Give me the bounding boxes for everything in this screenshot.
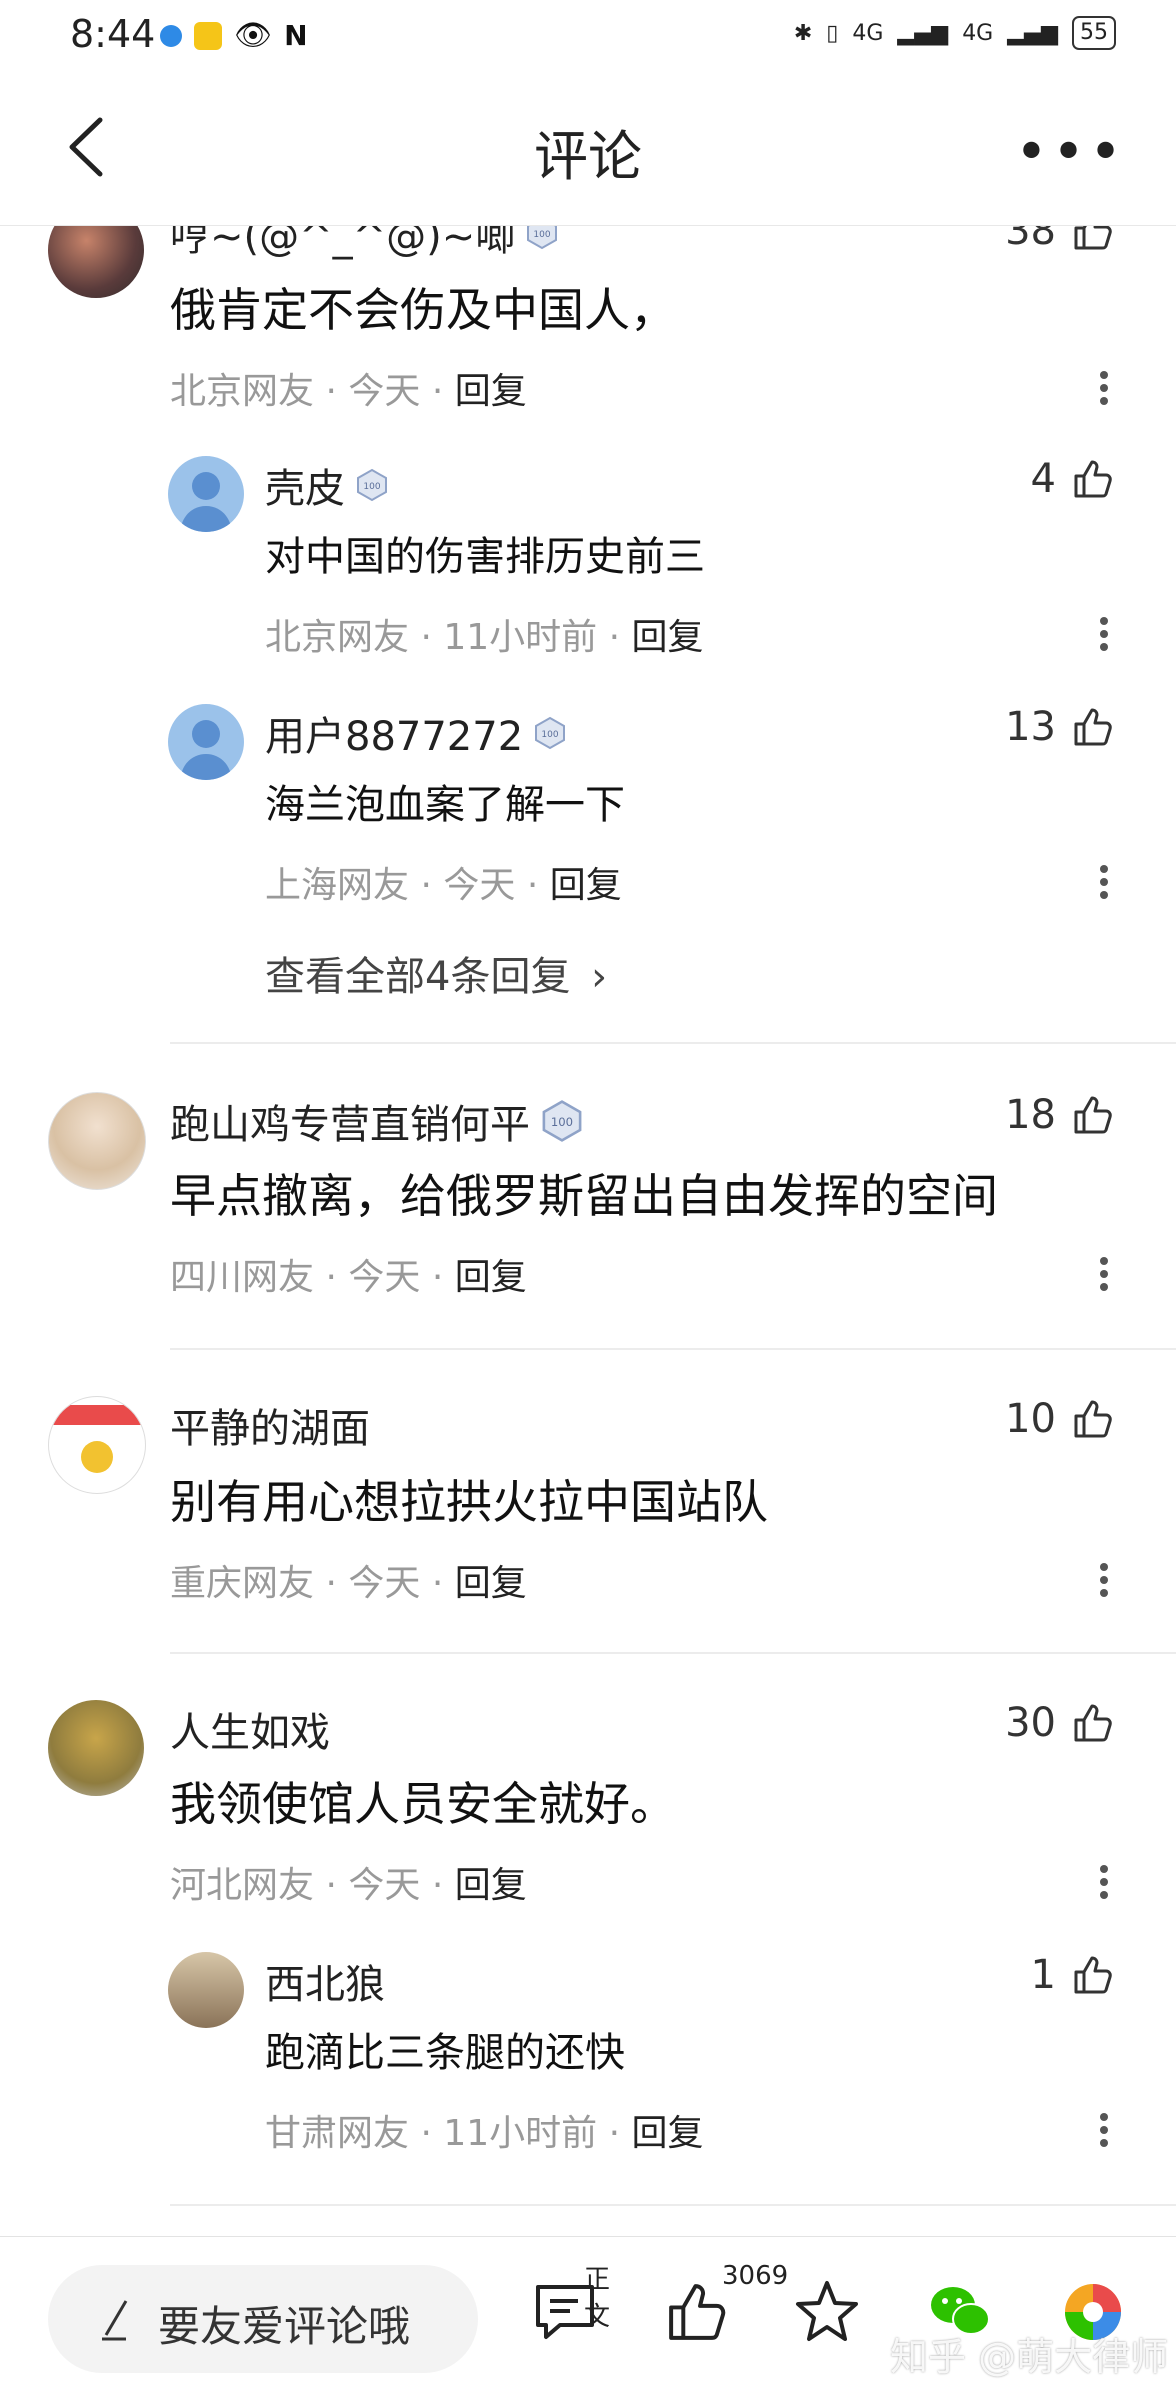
avatar[interactable] (168, 1952, 244, 2028)
comment-text: 别有用心想拉拱火拉中国站队 (170, 1475, 768, 1529)
like-button[interactable]: 1 (1031, 1952, 1116, 1998)
divider (170, 2204, 1176, 2206)
signal-bars-icon: ▂▄▆ (1007, 20, 1058, 46)
comment-meta: 河北网友 · 今天 · 回复 (170, 1865, 527, 1906)
comment-options-button[interactable] (1100, 1252, 1110, 1296)
thumbs-up-icon (1074, 708, 1112, 746)
reply-button[interactable]: 回复 (550, 865, 622, 906)
like-button[interactable]: 30 (1005, 1700, 1116, 1746)
avatar[interactable] (48, 1396, 146, 1494)
system-icons: ✱ ▯ 4G ▂▄▆ 4G ▂▄▆ 55 (794, 16, 1116, 50)
comment-meta: 北京网友 · 今天 · 回复 (170, 371, 527, 412)
comment-author[interactable]: 跑山鸡专营直销何平 100 (170, 1092, 584, 1150)
battery-icon: 55 (1072, 16, 1116, 50)
comment-options-button[interactable] (1100, 2108, 1110, 2152)
avatar[interactable] (48, 1092, 146, 1190)
comment-author[interactable]: 哼~(@^_^@)~唧 100 (170, 226, 559, 262)
vibrate-icon: ▯ (826, 20, 839, 46)
reply-button[interactable]: 回复 (455, 1563, 527, 1604)
more-menu-button[interactable]: ••• (1015, 120, 1126, 185)
comment-options-button[interactable] (1100, 1860, 1110, 1904)
comment-input-placeholder: 要友爱评论哦 (158, 2302, 411, 2351)
thumbs-up-icon (1074, 460, 1112, 498)
clock: 8:44 (70, 12, 156, 56)
reply-button[interactable]: 回复 (455, 371, 527, 412)
comment-text: 早点撤离，给俄罗斯留出自由发挥的空间 (170, 1169, 998, 1223)
comment-list[interactable]: 哼~(@^_^@)~唧 100 38 俄肯定不会伤及中国人， 北京网友 · 今天… (0, 226, 1176, 2236)
avatar[interactable] (48, 226, 144, 298)
comment-author[interactable]: 人生如戏 (170, 1700, 330, 1758)
like-button[interactable]: 4 (1031, 456, 1116, 502)
comment-meta: 甘肃网友 · 11小时前 · 回复 (265, 2113, 704, 2154)
level-badge-icon: 100 (535, 716, 566, 750)
comment-text: 对中国的伤害排历史前三 (265, 534, 705, 580)
signal-bars-icon: ▂▄▆ (897, 20, 949, 46)
like-button[interactable]: 18 (1005, 1092, 1116, 1138)
comment-author[interactable]: 用户8877272 100 (265, 704, 567, 762)
comment-options-button[interactable] (1100, 612, 1110, 656)
like-article-button[interactable]: 3069 (662, 2261, 788, 2351)
like-count: 3069 (722, 2261, 789, 2291)
level-badge-icon: 100 (542, 1100, 582, 1142)
reply-button[interactable]: 回复 (632, 2113, 704, 2154)
comment-meta: 四川网友 · 今天 · 回复 (170, 1257, 527, 1298)
comment-author[interactable]: 壳皮 100 (265, 456, 389, 514)
like-button[interactable]: 38 (1005, 226, 1116, 254)
thumbs-up-icon (1074, 1956, 1112, 1994)
svg-text:100: 100 (551, 1115, 573, 1129)
comment-options-button[interactable] (1100, 860, 1110, 904)
chevron-right-icon: › (591, 954, 608, 1000)
header: 评论 ••• (0, 70, 1176, 226)
comment-author[interactable]: 西北狼 (265, 1952, 385, 2010)
app-notification-icon (160, 24, 182, 47)
level-badge-icon: 100 (357, 468, 387, 502)
favorite-button[interactable] (792, 2277, 862, 2351)
star-icon (796, 2281, 858, 2341)
comment-meta: 上海网友 · 今天 · 回复 (265, 865, 622, 906)
signal2-icon: 4G (962, 20, 994, 46)
svg-text:100: 100 (534, 230, 551, 240)
comment-text: 跑滴比三条腿的还快 (265, 2030, 625, 2076)
reply-button[interactable]: 回复 (632, 617, 704, 658)
weibo-icon (194, 21, 222, 50)
reply-button[interactable]: 回复 (455, 1257, 527, 1298)
svg-text:100: 100 (363, 482, 380, 492)
comment-options-button[interactable] (1100, 366, 1110, 410)
article-button[interactable]: 正文 (530, 2265, 610, 2351)
divider (170, 1348, 1176, 1350)
divider (170, 1042, 1176, 1044)
comment-options-button[interactable] (1100, 1558, 1110, 1602)
bluetooth-icon: ✱ (793, 20, 813, 46)
divider (170, 1652, 1176, 1654)
comment-text: 我领使馆人员安全就好。 (170, 1777, 676, 1831)
signal1-icon: 4G (852, 20, 884, 46)
like-button[interactable]: 10 (1005, 1396, 1116, 1442)
like-button[interactable]: 13 (1005, 704, 1116, 750)
article-label: 正文 (584, 2265, 611, 2332)
reply-button[interactable]: 回复 (455, 1865, 527, 1906)
comment-text: 俄肯定不会伤及中国人， (170, 283, 676, 337)
page-title: 评论 (534, 125, 642, 188)
pen-icon (102, 2300, 128, 2341)
level-badge-icon: 100 (527, 226, 558, 250)
avatar[interactable] (48, 1700, 144, 1796)
comment-text: 海兰泡血案了解一下 (265, 782, 625, 828)
comment-author[interactable]: 平静的湖面 (170, 1396, 370, 1454)
view-all-replies-link[interactable]: 查看全部4条回复 › (265, 944, 607, 1002)
thumbs-up-icon (1074, 226, 1112, 250)
avatar[interactable] (168, 704, 244, 780)
notification-icons: 👁 N (160, 18, 308, 53)
status-bar: 8:44 👁 N ✱ ▯ 4G ▂▄▆ 4G ▂▄▆ 55 (0, 0, 1176, 70)
nfc-icon: N (284, 19, 308, 52)
watermark: 知乎 @萌大律师 (890, 2335, 1169, 2379)
thumbs-up-icon (1074, 1096, 1112, 1134)
thumbs-up-icon (1074, 1400, 1112, 1438)
thumbs-up-icon (1074, 1704, 1112, 1742)
comment-meta: 北京网友 · 11小时前 · 回复 (265, 617, 704, 658)
comment-input[interactable]: 要友爱评论哦 (48, 2265, 478, 2373)
comment-meta: 重庆网友 · 今天 · 回复 (170, 1563, 527, 1604)
eye-icon: 👁 (234, 18, 273, 53)
avatar[interactable] (168, 456, 244, 532)
svg-text:100: 100 (542, 730, 559, 740)
